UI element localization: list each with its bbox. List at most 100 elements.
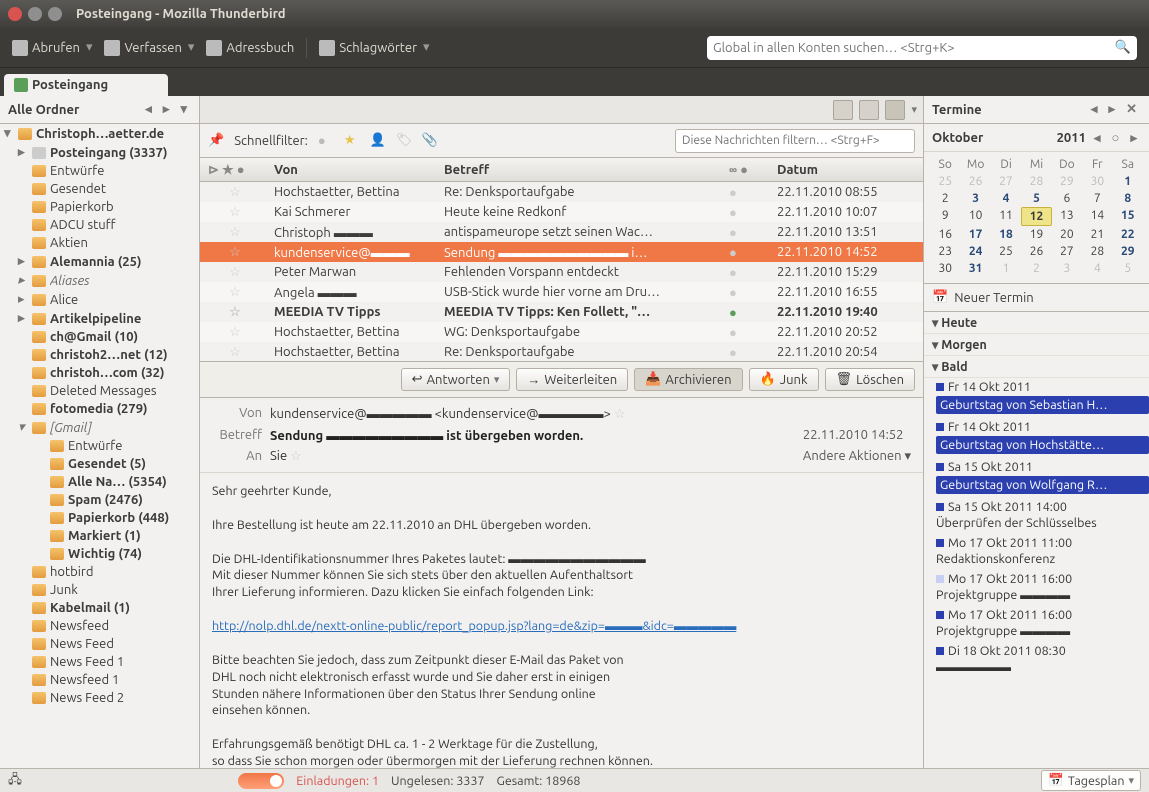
folder-item[interactable]: ▸Alemannia (25) bbox=[0, 252, 199, 271]
fetch-button[interactable]: Abrufen bbox=[12, 40, 92, 56]
calendar-day[interactable]: 22 bbox=[1113, 226, 1143, 243]
star-icon[interactable]: ☆ bbox=[229, 185, 241, 200]
mail-row[interactable]: ☆Hochstaetter, BettinaRe: Denksportaufga… bbox=[200, 342, 923, 362]
folder-item[interactable]: Aktien bbox=[0, 234, 199, 252]
filter-input[interactable] bbox=[682, 134, 908, 147]
star-icon[interactable]: ☆ bbox=[229, 225, 241, 240]
folder-item[interactable]: ADCU stuff bbox=[0, 216, 199, 234]
addressbook-button[interactable]: Adressbuch bbox=[206, 40, 294, 56]
col-from[interactable]: Von bbox=[270, 163, 440, 177]
star-icon[interactable]: ☆ bbox=[229, 305, 241, 320]
agenda-item[interactable]: Fr 14 Okt 2011Geburtstag von Hochstätte… bbox=[924, 418, 1149, 458]
folder-item[interactable]: ▸Artikelpipeline bbox=[0, 309, 199, 328]
folder-item[interactable]: Newsfeed bbox=[0, 617, 199, 635]
agenda-item[interactable]: Mo 17 Okt 2011 11:00Redaktionskonferenz bbox=[924, 534, 1149, 570]
star-icon[interactable]: ☆ bbox=[229, 285, 241, 300]
minimize-icon[interactable] bbox=[28, 7, 42, 21]
star-icon[interactable]: ☆ bbox=[229, 245, 241, 260]
folder-item[interactable]: christoh2…net (12) bbox=[0, 346, 199, 364]
folder-item[interactable]: News Feed 1 bbox=[0, 653, 199, 671]
calendar-day[interactable]: 29 bbox=[1113, 243, 1143, 260]
contact-filter-icon[interactable]: 👤 bbox=[370, 133, 386, 149]
calendar-day[interactable]: 25 bbox=[930, 173, 960, 190]
mail-row[interactable]: ☆Hochstaetter, BettinaWG: Denksportaufga… bbox=[200, 322, 923, 342]
calendar-day[interactable]: 28 bbox=[1021, 173, 1051, 190]
folder-item[interactable]: Gesendet (5) bbox=[0, 455, 199, 473]
cal-month[interactable]: Oktober bbox=[932, 131, 983, 145]
calendar-day[interactable]: 24 bbox=[960, 243, 990, 260]
view-classic-icon[interactable] bbox=[833, 100, 853, 120]
online-icon[interactable]: 🖧 bbox=[8, 770, 22, 791]
star-icon[interactable]: ☆ bbox=[614, 407, 626, 421]
folder-item[interactable]: Entwürfe bbox=[0, 162, 199, 180]
calendar-day[interactable]: 14 bbox=[1082, 207, 1112, 226]
star-icon[interactable]: ☆ bbox=[290, 449, 302, 463]
folder-item[interactable]: Markiert (1) bbox=[0, 527, 199, 545]
calendar-day[interactable]: 13 bbox=[1052, 207, 1082, 226]
folder-item[interactable]: Alle Na… (5354) bbox=[0, 473, 199, 491]
calendar-day[interactable]: 27 bbox=[1052, 243, 1082, 260]
calendar-day[interactable]: 5 bbox=[1021, 190, 1051, 207]
agenda-item[interactable]: Sa 15 Okt 2011 14:00Überprüfen der Schlü… bbox=[924, 498, 1149, 534]
mail-row[interactable]: ☆Angela ▬▬▬USB-Stick wurde hier vorne am… bbox=[200, 282, 923, 302]
folder-item[interactable]: Kabelmail (1) bbox=[0, 599, 199, 617]
calendar-day[interactable]: 29 bbox=[1052, 173, 1082, 190]
mail-row[interactable]: ☆Kai SchmererHeute keine Redkonf●22.11.2… bbox=[200, 202, 923, 222]
folder-item[interactable]: Papierkorb bbox=[0, 198, 199, 216]
calendar-day[interactable]: 7 bbox=[1082, 190, 1112, 207]
folder-item[interactable]: fotomedia (279) bbox=[0, 400, 199, 418]
search-toggle-icon[interactable] bbox=[885, 100, 905, 120]
calendar-day[interactable]: 1 bbox=[991, 260, 1021, 277]
cal-year[interactable]: 2011 bbox=[1057, 131, 1086, 145]
folder-item[interactable]: ▾[Gmail] bbox=[0, 418, 199, 437]
calendar-day[interactable]: 5 bbox=[1113, 260, 1143, 277]
calendar-day[interactable]: 6 bbox=[1052, 190, 1082, 207]
other-actions-menu[interactable]: Andere Aktionen ▾ bbox=[803, 449, 911, 464]
folder-item[interactable]: ▸Posteingang (3337) bbox=[0, 143, 199, 162]
folder-item[interactable]: Spam (2476) bbox=[0, 491, 199, 509]
star-icon[interactable]: ☆ bbox=[229, 325, 241, 340]
folder-item[interactable]: Gesendet bbox=[0, 180, 199, 198]
new-event-row[interactable]: 📅 Neuer Termin bbox=[924, 284, 1149, 312]
folder-item[interactable]: Entwürfe bbox=[0, 437, 199, 455]
agenda-section[interactable]: Heute bbox=[924, 312, 1149, 334]
agenda-item[interactable]: Mo 17 Okt 2011 16:00Projektgruppe ▬▬▬▬ bbox=[924, 570, 1149, 606]
calendar-day[interactable]: 19 bbox=[1021, 226, 1051, 243]
status-invites[interactable]: Einladungen: 1 bbox=[296, 774, 379, 788]
agenda-list[interactable]: HeuteMorgenBaldFr 14 Okt 2011Geburtstag … bbox=[924, 312, 1149, 768]
folder-item[interactable]: Junk bbox=[0, 581, 199, 599]
calendar-day[interactable]: 28 bbox=[1082, 243, 1112, 260]
filter-box[interactable] bbox=[675, 129, 915, 153]
calendar-day[interactable]: 18 bbox=[991, 226, 1021, 243]
calendar-day[interactable]: 9 bbox=[930, 207, 960, 226]
col-subject[interactable]: Betreff bbox=[440, 163, 729, 177]
junk-button[interactable]: 🔥 Junk bbox=[749, 368, 819, 391]
folder-item[interactable]: Deleted Messages bbox=[0, 382, 199, 400]
mail-row[interactable]: ☆Christoph ▬▬▬antispameurope setzt seine… bbox=[200, 222, 923, 242]
folder-item[interactable]: Newsfeed 1 bbox=[0, 671, 199, 689]
archive-button[interactable]: 📥 Archivieren bbox=[634, 368, 742, 391]
calendar-day[interactable]: 11 bbox=[991, 207, 1021, 226]
tag-filter-icon[interactable]: 🏷 bbox=[396, 133, 412, 149]
folder-item[interactable]: Wichtig (74) bbox=[0, 545, 199, 563]
calendar-day[interactable]: 4 bbox=[991, 190, 1021, 207]
star-icon[interactable]: ☆ bbox=[229, 265, 241, 280]
folder-item[interactable]: ▾Christoph…aetter.de bbox=[0, 124, 199, 143]
maximize-icon[interactable] bbox=[48, 7, 62, 21]
calendar-day[interactable]: 2 bbox=[1021, 260, 1051, 277]
folder-item[interactable]: News Feed 2 bbox=[0, 689, 199, 707]
calendar-day[interactable]: 26 bbox=[960, 173, 990, 190]
calendar-day[interactable]: 23 bbox=[930, 243, 960, 260]
reply-button[interactable]: ↩ Antworten ▾ bbox=[401, 368, 511, 391]
view-wide-icon[interactable] bbox=[859, 100, 879, 120]
calendar-day[interactable]: 15 bbox=[1113, 207, 1143, 226]
calendar-day[interactable]: 20 bbox=[1052, 226, 1082, 243]
calendar-day[interactable]: 30 bbox=[930, 260, 960, 277]
calendar-day[interactable]: 26 bbox=[1021, 243, 1051, 260]
calendar-day[interactable]: 17 bbox=[960, 226, 990, 243]
star-filter-icon[interactable]: ★ bbox=[344, 133, 360, 149]
mail-row[interactable]: ☆kundenservice@▬▬▬Sendung ▬▬▬▬▬▬▬▬▬▬ i…●… bbox=[200, 242, 923, 262]
calendar-day[interactable]: 27 bbox=[991, 173, 1021, 190]
day-plan-select[interactable]: 📅 Tagesplan ▾ bbox=[1041, 770, 1141, 791]
calendar-day[interactable]: 8 bbox=[1113, 190, 1143, 207]
